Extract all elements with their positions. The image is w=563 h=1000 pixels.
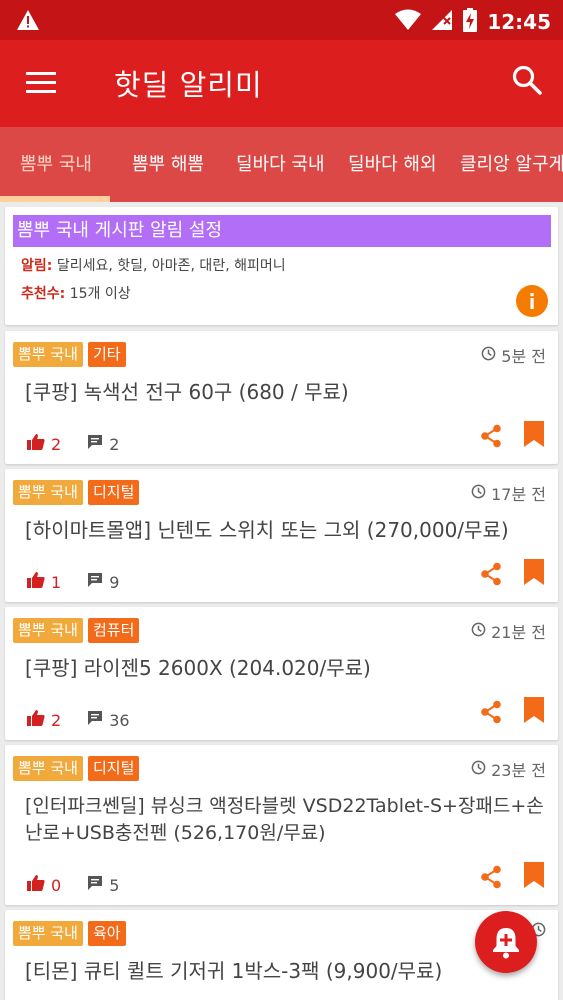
post-time-text: 21분 전 (491, 623, 546, 642)
app-bar: 핫딜 알리미 (0, 40, 563, 127)
cell-signal-icon (431, 9, 453, 35)
share-icon[interactable] (480, 424, 502, 452)
recommend-row: 추천수: 15개 이상 (21, 283, 131, 303)
status-bar: 12:45 (0, 0, 563, 40)
alert-keywords: 달리세요, 핫딜, 아마존, 대란, 해피머니 (56, 258, 286, 274)
post-time-text: 23분 전 (491, 761, 546, 780)
post-card[interactable]: 뽐뿌 국내 디지털 23분 전 [인터파크쎈딜] 뷰싱크 액정타블렛 VSD22… (5, 745, 558, 905)
comment-icon (87, 710, 103, 730)
post-title[interactable]: [하이마트몰앱] 닌텐도 스위치 또는 그외 (270,000/무료) (25, 517, 546, 544)
like-count-text: 2 (51, 434, 62, 454)
tab-clien-algu[interactable]: 클리앙 알구게 (460, 127, 563, 202)
category-badge: 육아 (88, 921, 126, 946)
thumbs-up-icon (27, 875, 45, 895)
tab-ppomppu-overseas[interactable]: 뽐뿌 해뽐 (132, 127, 204, 202)
post-stats: 1 9 (27, 572, 119, 592)
post-title[interactable]: [쿠팡] 녹색선 전구 60구 (680 / 무료) (25, 379, 546, 406)
bookmark-icon[interactable] (524, 862, 544, 892)
alert-settings-card[interactable]: 뽐뿌 국내 게시판 알림 설정 알림: 달리세요, 핫딜, 아마존, 대란, 해… (5, 207, 558, 325)
post-stats: 0 5 (27, 875, 119, 895)
post-title[interactable]: [쿠팡] 라이젠5 2600X (204.020/무료) (25, 655, 546, 682)
post-time-text: 17분 전 (491, 485, 546, 504)
thumbs-up-icon (27, 572, 45, 592)
clock-icon (471, 760, 486, 779)
comment-count: 9 (87, 572, 119, 592)
alert-label: 알림: (21, 258, 53, 274)
thumbs-up-icon (27, 434, 45, 454)
category-badge: 컴퓨터 (88, 618, 140, 643)
comment-count: 5 (87, 875, 119, 895)
bookmark-icon[interactable] (524, 421, 544, 451)
status-time: 12:45 (487, 10, 551, 34)
post-title[interactable]: [인터파크쎈딜] 뷰싱크 액정타블렛 VSD22Tablet-S+장패드+손난로… (25, 793, 546, 847)
alert-keywords-row: 알림: 달리세요, 핫딜, 아마존, 대란, 해피머니 (21, 255, 286, 275)
category-badge: 기타 (88, 342, 126, 367)
comment-icon (87, 434, 103, 454)
comment-count-text: 36 (109, 710, 130, 730)
search-icon[interactable] (511, 64, 543, 100)
info-icon[interactable] (516, 285, 548, 317)
warning-icon (16, 9, 40, 35)
comment-count-text: 2 (109, 434, 120, 454)
share-icon[interactable] (480, 700, 502, 728)
comment-count-text: 9 (109, 572, 120, 592)
like-count-text: 2 (51, 710, 62, 730)
like-count: 0 (27, 875, 61, 895)
like-count: 2 (27, 434, 61, 454)
tab-dealbada-domestic[interactable]: 딜바다 국내 (236, 127, 325, 202)
post-time: 23분 전 (471, 757, 546, 781)
comment-icon (87, 572, 103, 592)
like-count-text: 1 (51, 572, 62, 592)
bell-plus-icon (475, 928, 537, 977)
alert-settings-header: 뽐뿌 국내 게시판 알림 설정 (13, 215, 551, 247)
recommend-value: 15개 이상 (69, 286, 131, 302)
board-badge: 뽐뿌 국내 (13, 618, 83, 643)
board-badge: 뽐뿌 국내 (13, 921, 83, 946)
post-time: 17분 전 (471, 481, 546, 505)
share-icon[interactable] (480, 562, 502, 590)
post-card[interactable]: 뽐뿌 국내 컴퓨터 21분 전 [쿠팡] 라이젠5 2600X (204.020… (5, 607, 558, 740)
app-title: 핫딜 알리미 (114, 68, 263, 102)
post-time: 21분 전 (471, 619, 546, 643)
post-stats: 2 2 (27, 434, 119, 454)
menu-icon[interactable] (24, 66, 64, 100)
category-badge: 디지털 (88, 756, 140, 781)
post-time: 5분 전 (481, 343, 546, 367)
tab-ppomppu-domestic[interactable]: 뽐뿌 국내 (20, 127, 92, 202)
tab-dealbada-overseas[interactable]: 딜바다 해외 (348, 127, 437, 202)
wifi-icon (395, 9, 422, 35)
bookmark-icon[interactable] (524, 559, 544, 589)
battery-charging-icon (463, 8, 478, 36)
comment-icon (87, 875, 103, 895)
clock-icon (481, 346, 496, 365)
clock-icon (471, 622, 486, 641)
category-badge: 디지털 (88, 480, 140, 505)
post-card[interactable]: 뽐뿌 국내 디지털 17분 전 [하이마트몰앱] 닌텐도 스위치 또는 그외 (… (5, 469, 558, 602)
bookmark-icon[interactable] (524, 697, 544, 727)
clock-icon (471, 484, 486, 503)
board-badge: 뽐뿌 국내 (13, 480, 83, 505)
post-time-text: 5분 전 (501, 347, 546, 366)
comment-count: 2 (87, 434, 119, 454)
tab-indicator (0, 196, 110, 202)
comment-count-text: 5 (109, 875, 120, 895)
comment-count: 36 (87, 710, 130, 730)
thumbs-up-icon (27, 710, 45, 730)
board-badge: 뽐뿌 국내 (13, 342, 83, 367)
post-title[interactable]: [티몬] 큐티 퀼트 기저귀 1박스-3팩 (9,900/무료) (25, 958, 546, 985)
recommend-label: 추천수: (21, 286, 66, 302)
like-count-text: 0 (51, 875, 62, 895)
like-count: 1 (27, 572, 61, 592)
add-alert-button[interactable] (475, 911, 537, 973)
post-card[interactable]: 뽐뿌 국내 기타 5분 전 [쿠팡] 녹색선 전구 60구 (680 / 무료)… (5, 331, 558, 464)
tab-bar: 뽐뿌 국내 뽐뿌 해뽐 딜바다 국내 딜바다 해외 클리앙 알구게 (0, 127, 563, 202)
post-stats: 2 36 (27, 710, 130, 730)
board-badge: 뽐뿌 국내 (13, 756, 83, 781)
like-count: 2 (27, 710, 61, 730)
share-icon[interactable] (480, 865, 502, 893)
